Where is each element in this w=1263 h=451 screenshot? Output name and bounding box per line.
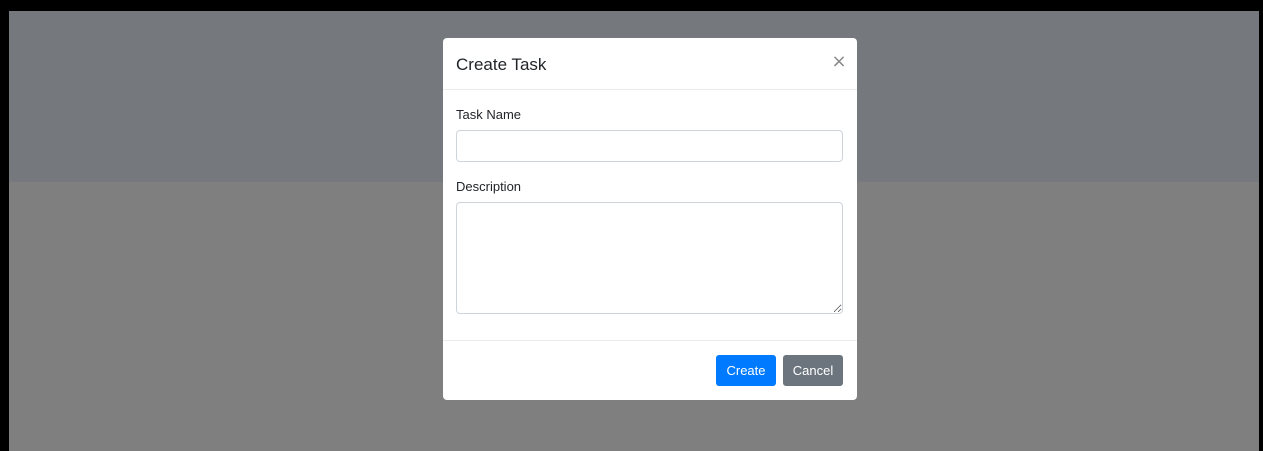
task-name-input[interactable] [456,130,843,162]
page-backdrop: Create Task × Task Name Description Crea… [9,11,1259,451]
modal-title: Create Task [456,55,547,74]
modal-header: Create Task × [443,38,857,90]
modal-footer: Create Cancel [443,340,857,400]
create-task-modal: Create Task × Task Name Description Crea… [443,38,857,400]
create-button[interactable]: Create [716,355,776,386]
close-icon: × [831,51,847,72]
cancel-button[interactable]: Cancel [783,355,843,386]
close-button[interactable]: × [831,52,847,72]
task-name-label: Task Name [456,107,522,122]
description-textarea[interactable] [456,202,843,314]
description-label: Description [456,179,522,194]
